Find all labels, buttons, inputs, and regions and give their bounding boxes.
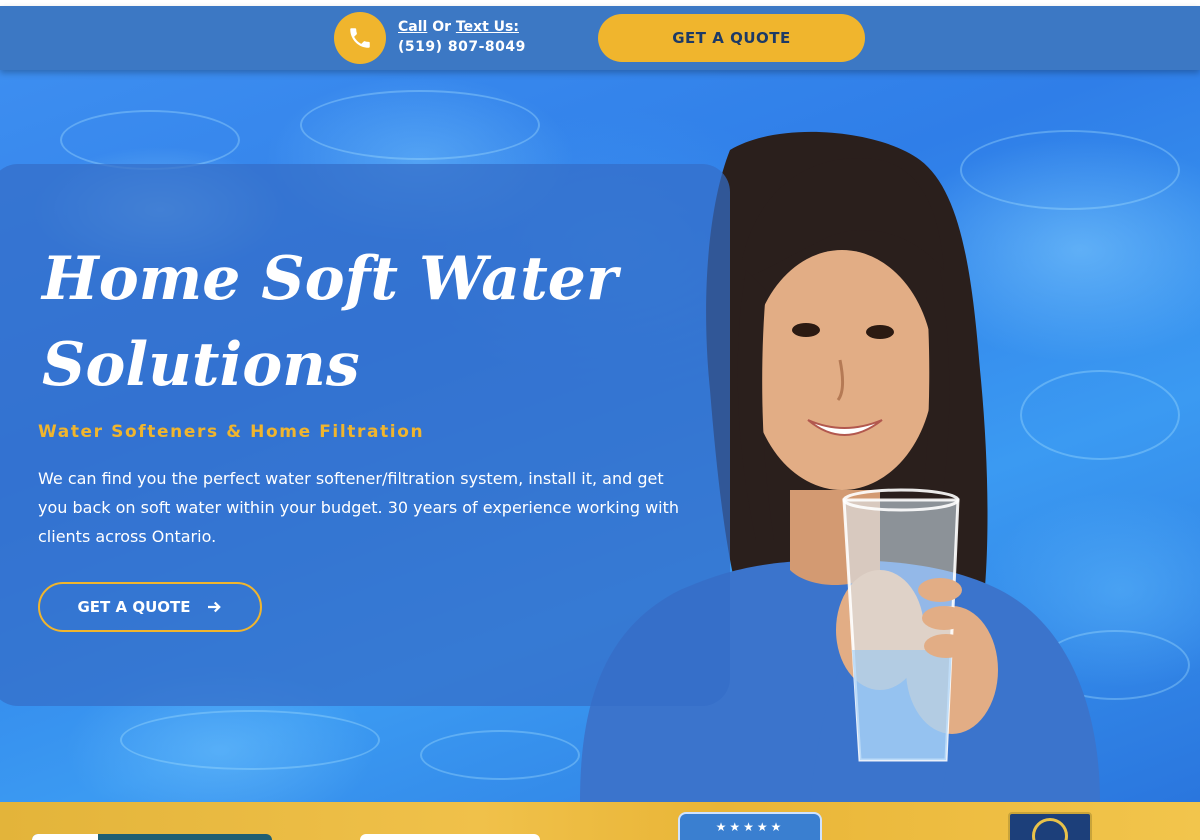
phone-icon[interactable] [334, 12, 386, 64]
water-ripple [420, 730, 580, 780]
trust-badges-band: ★★★★★ [0, 802, 1200, 840]
call-link[interactable]: Call [398, 19, 427, 35]
badge-logo-1-accent [32, 834, 98, 840]
hero-title-line2: Solutions [42, 330, 360, 400]
hero-get-quote-button[interactable]: GET A QUOTE [38, 582, 262, 632]
site-header: Call Or Text Us: (519) 807-8049 GET A QU… [0, 6, 1200, 70]
badge-logo-2 [360, 834, 540, 840]
badge-seal [1008, 812, 1092, 840]
call-text-line: Call Or Text Us: [398, 17, 526, 37]
arrow-right-icon [207, 601, 221, 613]
water-ripple [300, 90, 540, 160]
water-ripple [60, 110, 240, 170]
hero-title: Home Soft Water Solutions [42, 236, 642, 408]
phone-number[interactable]: (519) 807-8049 [398, 37, 526, 57]
star-rating: ★★★★★ [715, 820, 785, 834]
or-text: Or [427, 19, 456, 35]
seal-emblem-icon [1032, 818, 1068, 840]
header-get-quote-button[interactable]: GET A QUOTE [598, 14, 865, 62]
water-ripple [120, 710, 380, 770]
hero-title-line1: Home Soft Water [42, 244, 618, 314]
hero-description: We can find you the perfect water soften… [38, 469, 680, 546]
hero-subtitle: Water Softeners & Home Filtration [38, 422, 425, 442]
text-us-link[interactable]: Text Us: [456, 19, 519, 35]
contact-block: Call Or Text Us: (519) 807-8049 [398, 17, 526, 57]
hero-get-quote-label: GET A QUOTE [77, 598, 191, 616]
rating-badge: ★★★★★ [678, 812, 822, 840]
